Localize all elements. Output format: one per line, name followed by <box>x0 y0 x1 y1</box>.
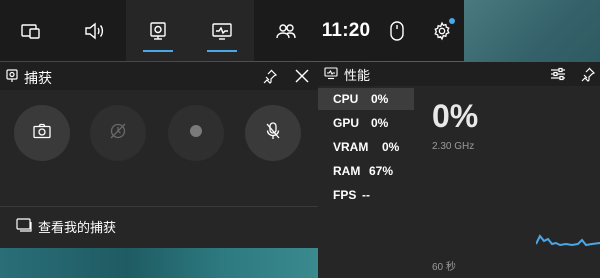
start-recording-button[interactable] <box>168 105 224 161</box>
show-all-captures-link[interactable]: 查看我的捕获 <box>38 217 116 236</box>
mic-toggle-button[interactable] <box>245 105 301 161</box>
metric-ram[interactable]: RAM 67% <box>318 160 414 182</box>
performance-icon <box>211 20 233 42</box>
record-last-icon <box>109 122 127 145</box>
capture-title: 捕获 <box>24 70 52 86</box>
graph-time-window: 60 秒 <box>432 262 456 273</box>
cpu-usage-graph <box>536 234 600 247</box>
speaker-icon <box>83 20 105 42</box>
capture-icon <box>147 20 169 42</box>
pin-icon[interactable] <box>580 66 596 87</box>
performance-widget-button[interactable] <box>190 0 254 61</box>
capture-header: 捕获 <box>0 62 318 90</box>
desktop-background-corner <box>464 0 600 62</box>
cpu-frequency: 2.30 GHz <box>432 141 475 152</box>
metric-cpu[interactable]: CPU 0% <box>318 88 414 110</box>
notification-dot <box>449 17 455 24</box>
metric-value: 67% <box>369 164 394 178</box>
screenshot-button[interactable] <box>14 105 70 161</box>
capture-divider <box>0 206 318 207</box>
metric-label: VRAM <box>333 140 369 154</box>
xbox-social-button[interactable] <box>254 0 318 61</box>
widget-menu-button[interactable] <box>0 0 62 61</box>
capture-widget-button[interactable] <box>126 0 190 61</box>
performance-header: 性能 <box>318 62 600 86</box>
metric-value: -- <box>362 188 370 202</box>
performance-options-icon[interactable] <box>550 66 566 87</box>
pin-icon[interactable] <box>262 68 278 89</box>
desktop-background-strip <box>0 248 318 278</box>
settings-button[interactable] <box>420 0 464 61</box>
game-bar: 11:20 <box>0 0 464 61</box>
audio-button[interactable] <box>62 0 126 61</box>
metric-gpu[interactable]: GPU 0% <box>318 112 414 134</box>
people-icon <box>275 20 297 42</box>
metric-fps[interactable]: FPS -- <box>318 184 414 206</box>
gear-icon <box>432 17 455 41</box>
active-indicator <box>143 50 173 52</box>
performance-header-icon <box>324 67 338 85</box>
metric-value: 0% <box>382 140 400 154</box>
clock: 11:20 <box>321 19 371 41</box>
metric-label: CPU <box>333 92 359 106</box>
capture-header-icon <box>6 69 18 88</box>
performance-title: 性能 <box>344 68 371 83</box>
mouse-icon <box>388 20 406 42</box>
cpu-usage-value: 0% <box>432 98 479 134</box>
widget-menu-icon <box>20 20 42 42</box>
metric-label: RAM <box>333 164 361 178</box>
metric-value: 0% <box>371 92 389 106</box>
metric-value: 0% <box>371 116 389 130</box>
record-last-button[interactable] <box>90 105 146 161</box>
active-indicator <box>207 50 237 52</box>
mouse-button[interactable] <box>374 0 420 61</box>
metric-label: GPU <box>333 116 360 130</box>
capture-widget: 捕获 查看我的捕获 <box>0 62 318 248</box>
close-icon[interactable] <box>294 68 310 89</box>
metric-label: FPS <box>333 188 357 202</box>
mic-off-icon <box>265 121 281 145</box>
metric-vram[interactable]: VRAM 0% <box>318 136 414 158</box>
performance-widget: 性能 CPU 0% GPU 0% VRAM 0% RAM 67% FPS -- … <box>318 62 600 278</box>
gallery-icon <box>16 218 32 237</box>
record-dot-icon <box>189 124 203 143</box>
camera-icon <box>33 123 51 144</box>
